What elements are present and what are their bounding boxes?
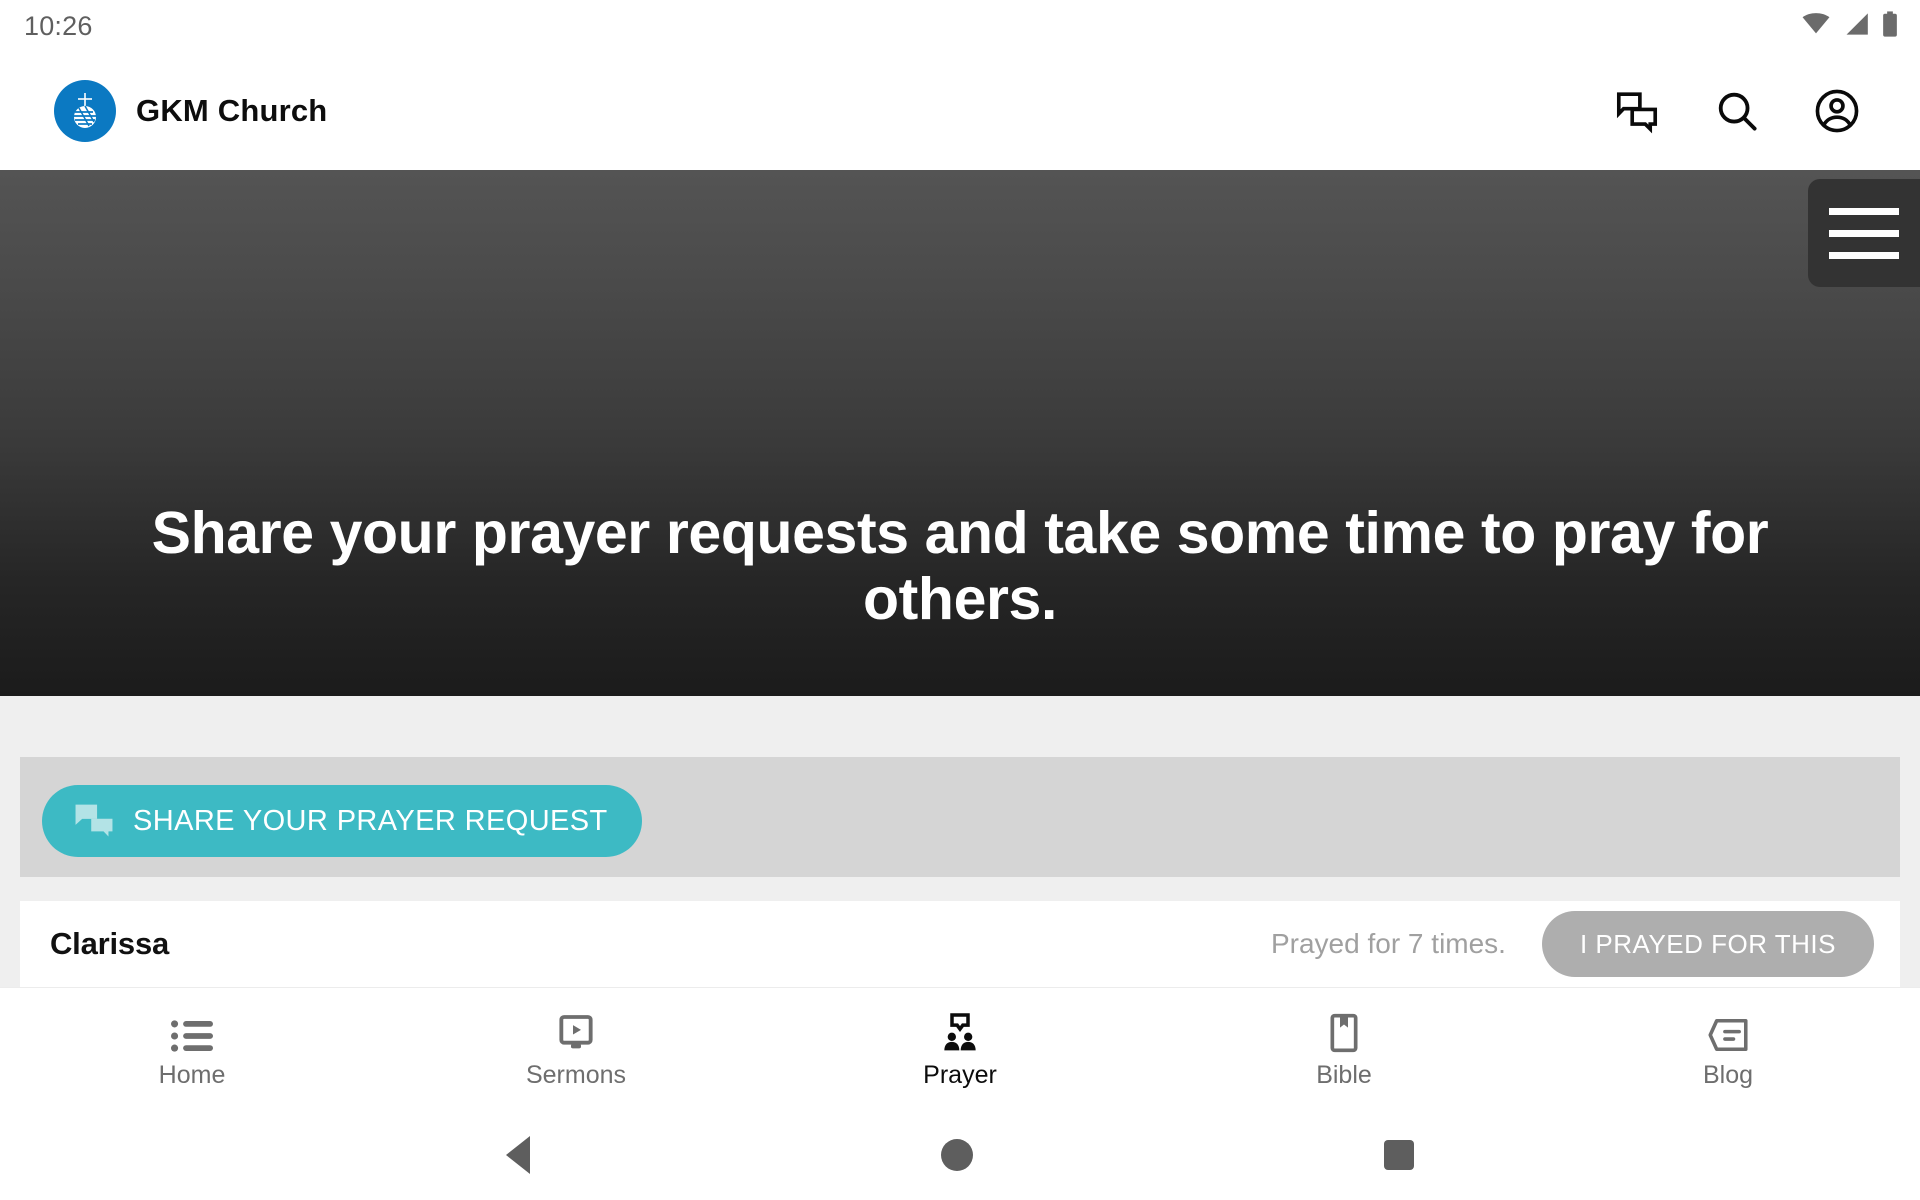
list-icon bbox=[171, 1009, 213, 1053]
nav-label-bible: Bible bbox=[1316, 1060, 1372, 1089]
gkm-globe-cross-logo-icon bbox=[54, 80, 116, 142]
status-indicator-group bbox=[1802, 10, 1898, 42]
menu-bar-1 bbox=[1829, 207, 1899, 215]
nav-item-prayer[interactable]: Prayer bbox=[768, 988, 1152, 1110]
nav-label-home: Home bbox=[158, 1060, 226, 1089]
chat-bubbles-icon bbox=[74, 803, 114, 840]
share-prayer-panel: SHARE YOUR PRAYER REQUEST bbox=[20, 757, 1900, 877]
people-prayer-icon bbox=[940, 1009, 980, 1053]
battery-icon bbox=[1882, 10, 1898, 42]
nav-item-blog[interactable]: Blog bbox=[1536, 988, 1920, 1110]
status-clock: 10:26 bbox=[24, 10, 93, 41]
brand-title: GKM Church bbox=[136, 93, 328, 128]
nav-label-sermons: Sermons bbox=[525, 1060, 627, 1089]
back-button[interactable] bbox=[505, 1136, 530, 1174]
menu-bar-2 bbox=[1829, 229, 1899, 237]
search-icon[interactable] bbox=[1714, 88, 1760, 134]
brand[interactable]: GKM Church bbox=[54, 80, 327, 142]
nav-label-blog: Blog bbox=[1702, 1060, 1754, 1089]
page-body: SHARE YOUR PRAYER REQUEST Clarissa Praye… bbox=[0, 696, 1920, 988]
message-note-icon bbox=[1707, 1009, 1749, 1053]
app-bar: GKM Church bbox=[0, 52, 1920, 170]
recents-button[interactable] bbox=[1384, 1140, 1415, 1170]
nav-item-bible[interactable]: Bible bbox=[1152, 988, 1536, 1110]
bottom-navigation-bar: Home Sermons Prayer Bible Blog bbox=[0, 988, 1920, 1110]
prayer-row-actions: Prayed for 7 times. I PRAYED FOR THIS bbox=[1271, 911, 1874, 977]
nav-item-home[interactable]: Home bbox=[0, 988, 384, 1110]
account-circle-icon[interactable] bbox=[1814, 88, 1860, 134]
hero-banner: Share your prayer requests and take some… bbox=[0, 170, 1920, 696]
android-system-navigation bbox=[0, 1110, 1920, 1200]
video-screen-icon bbox=[556, 1009, 596, 1053]
nav-item-sermons[interactable]: Sermons bbox=[384, 988, 768, 1110]
android-status-bar: 10:26 bbox=[0, 0, 1920, 52]
hero-title: Share your prayer requests and take some… bbox=[151, 500, 1769, 633]
prayed-count-text: Prayed for 7 times. bbox=[1270, 928, 1506, 959]
hamburger-menu-icon[interactable] bbox=[1808, 179, 1920, 287]
home-button[interactable] bbox=[940, 1139, 973, 1171]
prayer-author-name: Clarissa bbox=[50, 926, 170, 961]
share-prayer-request-button[interactable]: SHARE YOUR PRAYER REQUEST bbox=[42, 785, 642, 857]
prayer-request-row[interactable]: Clarissa Prayed for 7 times. I PRAYED FO… bbox=[20, 901, 1900, 988]
i-prayed-for-this-button[interactable]: I PRAYED FOR THIS bbox=[1541, 911, 1874, 977]
menu-bar-3 bbox=[1829, 251, 1899, 259]
chat-icon[interactable] bbox=[1614, 88, 1660, 134]
nav-label-prayer: Prayer bbox=[923, 1060, 997, 1089]
wifi-icon bbox=[1802, 12, 1830, 40]
cellular-signal-icon bbox=[1843, 12, 1869, 40]
share-prayer-request-label: SHARE YOUR PRAYER REQUEST bbox=[133, 804, 608, 837]
app-bar-actions bbox=[1614, 88, 1884, 134]
book-bookmark-icon bbox=[1325, 1009, 1363, 1053]
